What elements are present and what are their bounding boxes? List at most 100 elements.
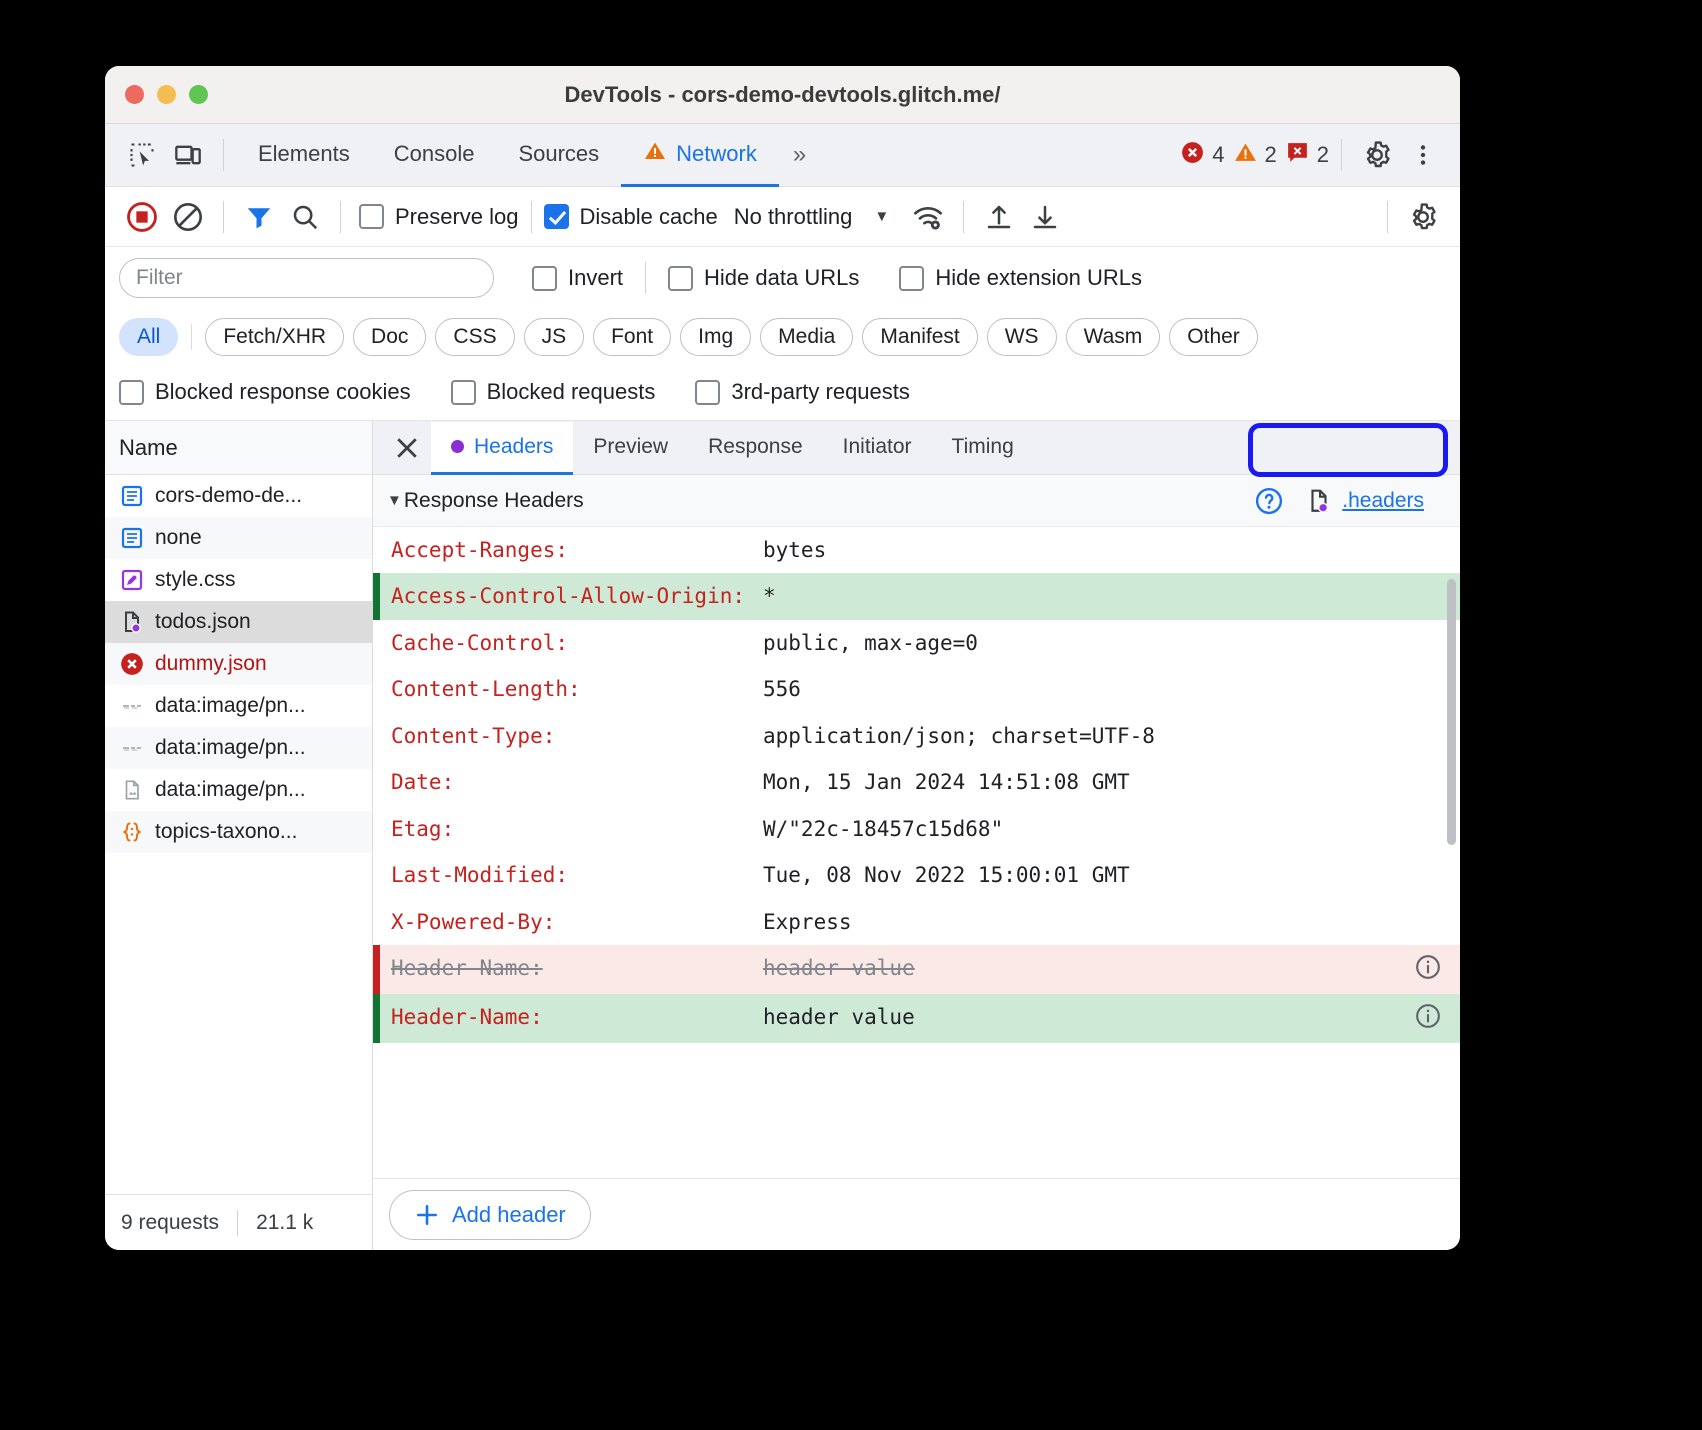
table-row[interactable]: Header-Name: header value	[373, 945, 1460, 994]
type-filter-other[interactable]: Other	[1169, 318, 1258, 356]
info-icon[interactable]	[1414, 953, 1442, 986]
type-filter-ws[interactable]: WS	[987, 318, 1057, 356]
table-row[interactable]: X-Powered-By: Express	[373, 899, 1460, 945]
invert-checkbox[interactable]: Invert	[532, 265, 623, 291]
header-value[interactable]: header value	[763, 953, 1414, 983]
export-har-icon[interactable]	[1022, 194, 1068, 240]
hide-extension-urls-checkbox[interactable]: Hide extension URLs	[899, 265, 1142, 291]
more-options-icon[interactable]	[1400, 132, 1446, 178]
tab-elements[interactable]: Elements	[236, 125, 372, 187]
search-icon[interactable]	[282, 194, 328, 240]
table-row[interactable]: Content-Length: 556	[373, 666, 1460, 712]
type-filter-media[interactable]: Media	[760, 318, 853, 356]
tab-timing[interactable]: Timing	[932, 422, 1034, 475]
inspect-element-icon[interactable]	[119, 132, 165, 178]
table-row[interactable]: Accept-Ranges: bytes	[373, 527, 1460, 573]
table-row[interactable]: Access-Control-Allow-Origin: *	[373, 573, 1460, 619]
help-icon[interactable]	[1254, 486, 1284, 516]
network-settings-gear-icon[interactable]	[1400, 194, 1446, 240]
list-item[interactable]: data:image/pn...	[105, 727, 372, 769]
maximize-window-button[interactable]	[189, 85, 208, 104]
filter-input[interactable]	[119, 258, 494, 298]
disable-cache-checkbox[interactable]: Disable cache	[544, 204, 718, 230]
close-window-button[interactable]	[125, 85, 144, 104]
header-value[interactable]: Tue, 08 Nov 2022 15:00:01 GMT	[763, 860, 1460, 890]
record-button[interactable]	[119, 194, 165, 240]
requests-column-header[interactable]: Name	[105, 421, 372, 475]
error-counter[interactable]: 4	[1180, 140, 1224, 171]
throttling-select[interactable]: No throttling	[734, 204, 853, 230]
tab-headers[interactable]: Headers	[431, 422, 573, 475]
table-row[interactable]: Header-Name: header value	[373, 994, 1460, 1043]
fetch-overridden-icon	[119, 609, 145, 635]
list-item[interactable]: todos.json	[105, 601, 372, 643]
warning-counter[interactable]: 2	[1233, 140, 1277, 171]
table-row[interactable]: Cache-Control: public, max-age=0	[373, 620, 1460, 666]
blocked-requests-checkbox[interactable]: Blocked requests	[451, 379, 656, 405]
header-value[interactable]: Express	[763, 907, 1460, 937]
toolbar-divider-2	[340, 201, 341, 233]
list-item[interactable]: none	[105, 517, 372, 559]
disclosure-triangle-icon[interactable]: ▼	[387, 492, 402, 509]
requests-list[interactable]: cors-demo-de... none style.css	[105, 475, 372, 1194]
header-value[interactable]: W/"22c-18457c15d68"	[763, 814, 1460, 844]
header-value[interactable]: 556	[763, 674, 1460, 704]
list-item[interactable]: dummy.json	[105, 643, 372, 685]
tab-sources[interactable]: Sources	[496, 125, 621, 187]
list-item[interactable]: cors-demo-de...	[105, 475, 372, 517]
network-conditions-icon[interactable]	[905, 194, 951, 240]
image-placeholder-icon	[119, 693, 145, 719]
type-filter-wasm[interactable]: Wasm	[1066, 318, 1161, 356]
list-item[interactable]: style.css	[105, 559, 372, 601]
name-column-label: Name	[119, 435, 178, 461]
tab-response[interactable]: Response	[688, 422, 823, 475]
type-filter-font[interactable]: Font	[593, 318, 671, 356]
table-row[interactable]: Etag: W/"22c-18457c15d68"	[373, 806, 1460, 852]
list-item[interactable]: topics-taxono...	[105, 811, 372, 853]
table-row[interactable]: Date: Mon, 15 Jan 2024 14:51:08 GMT	[373, 759, 1460, 805]
headers-override-button[interactable]: .headers	[1306, 488, 1424, 514]
type-filter-fetch-xhr[interactable]: Fetch/XHR	[205, 318, 344, 356]
minimize-window-button[interactable]	[157, 85, 176, 104]
chevron-down-icon[interactable]: ▼	[874, 208, 889, 225]
clear-button[interactable]	[165, 194, 211, 240]
type-filter-img[interactable]: Img	[680, 318, 751, 356]
detail-scrollbar-thumb[interactable]	[1447, 579, 1456, 845]
type-filter-manifest[interactable]: Manifest	[862, 318, 977, 356]
header-value[interactable]: public, max-age=0	[763, 628, 1460, 658]
request-detail-panel: Headers Preview Response Initiator Timin…	[373, 421, 1460, 1250]
import-har-icon[interactable]	[976, 194, 1022, 240]
header-value[interactable]: Mon, 15 Jan 2024 14:51:08 GMT	[763, 767, 1460, 797]
list-item[interactable]: data:image/pn...	[105, 685, 372, 727]
hide-data-urls-checkbox[interactable]: Hide data URLs	[668, 265, 859, 291]
list-item[interactable]: data:image/pn...	[105, 769, 372, 811]
type-filter-doc[interactable]: Doc	[353, 318, 426, 356]
tab-console[interactable]: Console	[372, 125, 497, 187]
disable-cache-label: Disable cache	[580, 204, 718, 230]
more-tabs-button[interactable]: »	[779, 141, 818, 169]
type-filter-css[interactable]: CSS	[435, 318, 514, 356]
preserve-log-checkbox[interactable]: Preserve log	[359, 204, 519, 230]
response-headers-section-header[interactable]: ▼ Response Headers	[373, 475, 1460, 527]
settings-gear-icon[interactable]	[1354, 132, 1400, 178]
table-row[interactable]: Last-Modified: Tue, 08 Nov 2022 15:00:01…	[373, 852, 1460, 898]
header-value[interactable]: application/json; charset=UTF-8	[763, 721, 1460, 751]
close-detail-icon[interactable]	[383, 424, 431, 472]
device-toolbar-icon[interactable]	[165, 132, 211, 178]
table-row[interactable]: Content-Type: application/json; charset=…	[373, 713, 1460, 759]
header-value[interactable]: *	[763, 581, 1460, 611]
tab-initiator[interactable]: Initiator	[823, 422, 932, 475]
blocked-response-cookies-checkbox[interactable]: Blocked response cookies	[119, 379, 411, 405]
filter-funnel-icon[interactable]	[236, 194, 282, 240]
type-filter-all[interactable]: All	[119, 318, 178, 356]
tab-network[interactable]: Network	[621, 125, 779, 187]
add-header-button[interactable]: Add header	[389, 1190, 591, 1240]
issues-counter[interactable]: 2	[1285, 140, 1329, 171]
info-icon[interactable]	[1414, 1002, 1442, 1035]
tab-preview[interactable]: Preview	[573, 422, 688, 475]
stylesheet-purple-icon	[119, 567, 145, 593]
header-value[interactable]: header value	[763, 1002, 1414, 1032]
header-value[interactable]: bytes	[763, 535, 1460, 565]
third-party-requests-checkbox[interactable]: 3rd-party requests	[695, 379, 910, 405]
type-filter-js[interactable]: JS	[524, 318, 585, 356]
